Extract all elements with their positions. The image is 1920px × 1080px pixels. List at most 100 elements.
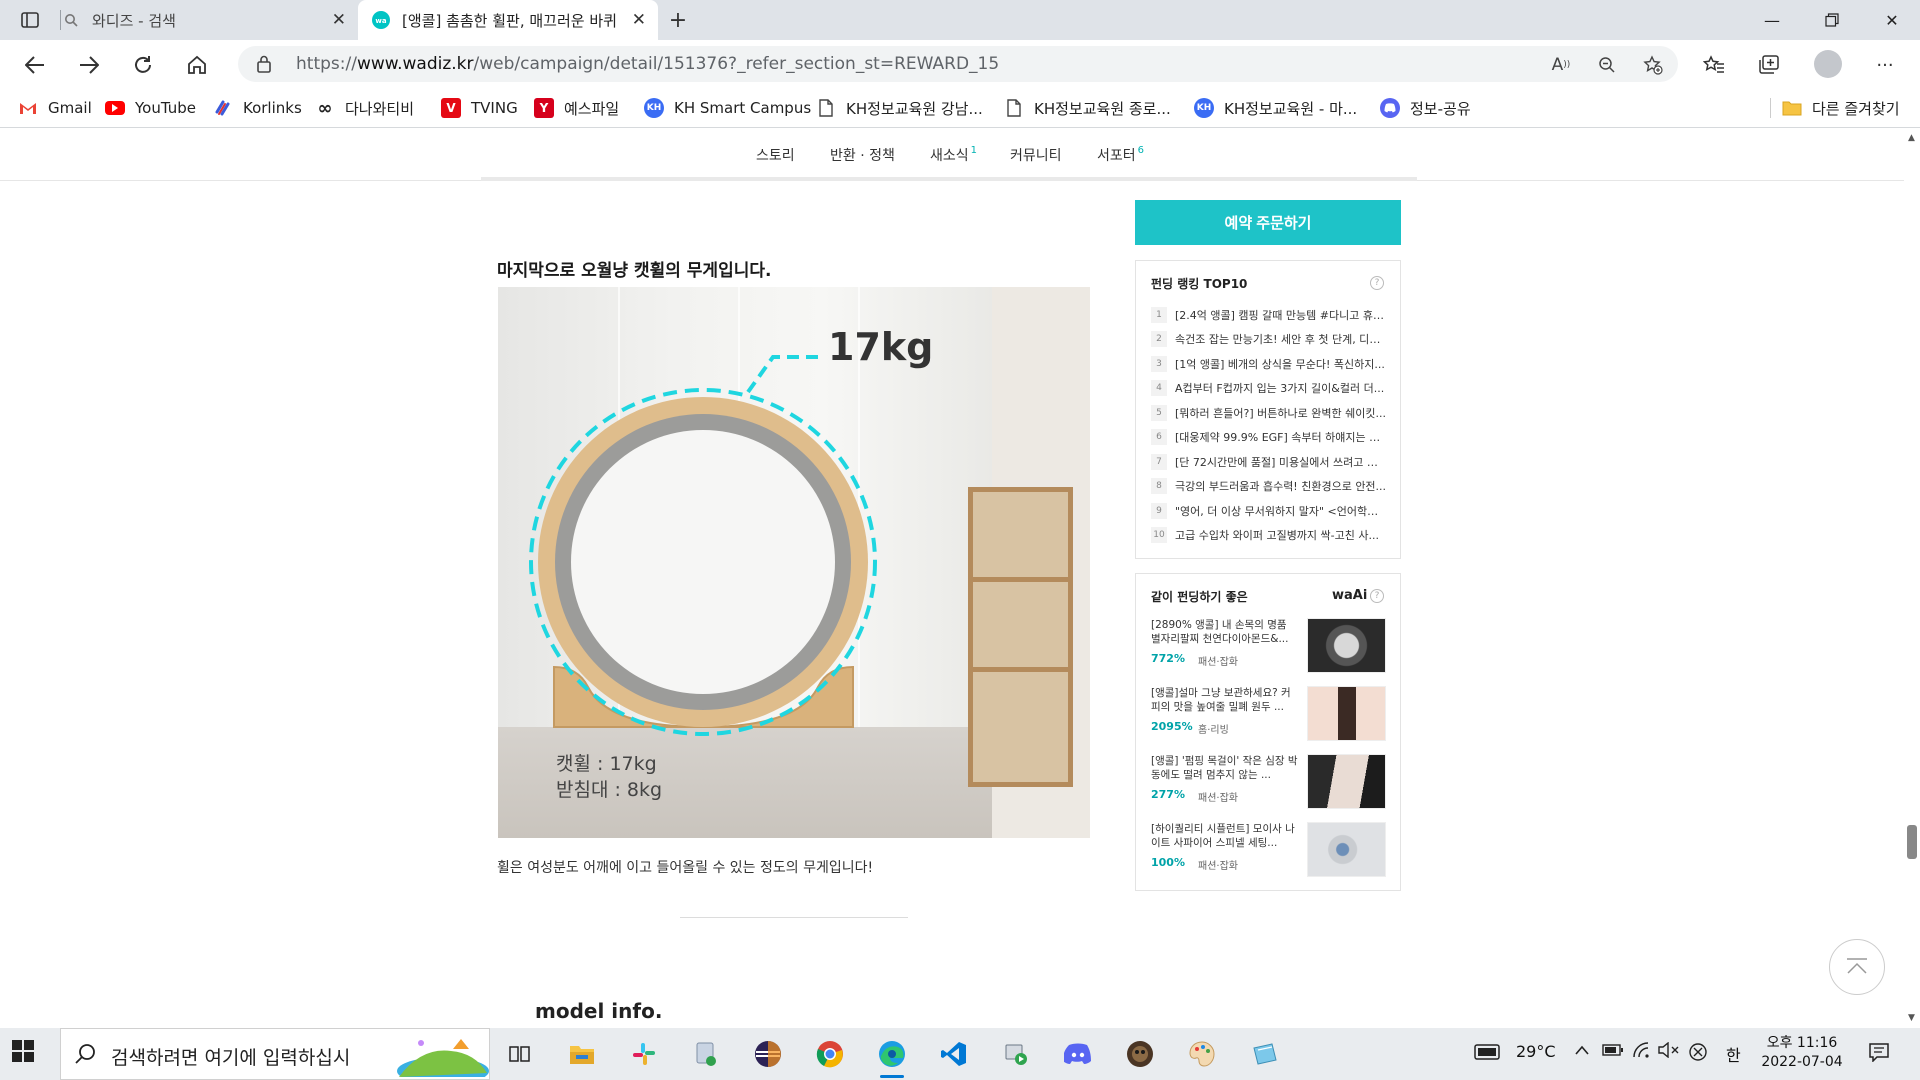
profile-avatar[interactable] — [1814, 50, 1842, 78]
app-installer-icon[interactable] — [686, 1036, 726, 1072]
read-aloud-icon[interactable]: A)) — [1550, 54, 1572, 76]
subnav-refund-policy[interactable]: 반환 · 정책 — [830, 145, 895, 165]
wifi-icon[interactable] — [1632, 1042, 1652, 1062]
funding-percent: 2095% — [1151, 720, 1193, 733]
page-scrollbar[interactable]: ▲ ▼ — [1904, 129, 1920, 1028]
scroll-down-arrow-icon[interactable]: ▼ — [1908, 1013, 1915, 1023]
bookmark-info-share[interactable]: 정보-공유 — [1380, 95, 1471, 121]
slack-icon[interactable] — [624, 1036, 664, 1072]
back-button[interactable] — [18, 48, 52, 82]
scroll-up-arrow-icon[interactable]: ▲ — [1908, 133, 1915, 143]
eclipse-icon[interactable] — [748, 1036, 788, 1072]
ranking-item[interactable]: 6 [대웅제약 99.9% EGF] 속부터 하얘지는 더... — [1151, 427, 1387, 447]
windows-start-icon[interactable] — [12, 1040, 42, 1070]
subnav-community[interactable]: 커뮤니티 — [1010, 145, 1062, 165]
tab-actions-icon[interactable] — [16, 6, 44, 34]
bookmark-kh-gangnam[interactable]: KH정보교육원 강남... — [816, 95, 983, 121]
bookmark-kh-smart-campus[interactable]: KH KH Smart Campus — [644, 95, 811, 121]
tab-wadiz-search[interactable]: 와디즈 - 검색 ✕ — [62, 0, 358, 40]
recommend-item[interactable]: [2890% 앵콜] 내 손목의 명품 별자리팔찌 천연다이아몬드&... 77… — [1151, 618, 1387, 676]
refresh-button[interactable] — [126, 48, 160, 82]
tving-icon: V — [441, 98, 461, 118]
minimize-button[interactable]: — — [1742, 0, 1802, 40]
recommend-item[interactable]: [앵콜]설마 그냥 보관하세요? 커피의 맛을 높여줄 밀폐 원두 ... 20… — [1151, 686, 1387, 744]
help-icon[interactable]: ? — [1370, 589, 1384, 603]
model-info-heading: model info. — [535, 999, 663, 1023]
favorites-button[interactable] — [1697, 48, 1731, 82]
close-icon[interactable]: ✕ — [632, 10, 646, 30]
reserve-order-button[interactable]: 예약 주문하기 — [1135, 200, 1401, 245]
lock-icon[interactable] — [256, 54, 276, 74]
tab-title: [앵콜] 촘촘한 휠판, 매끄러운 바퀴 — [402, 11, 617, 30]
temperature[interactable]: 29°C — [1516, 1042, 1556, 1061]
bookmark-youtube[interactable]: YouTube — [105, 95, 196, 121]
campaign-subnav: 스토리 반환 · 정책 새소식 1 커뮤니티 서포터 6 — [0, 129, 1904, 181]
subnav-news[interactable]: 새소식 1 — [930, 145, 977, 165]
bookmark-yesfile[interactable]: Y 예스파일 — [534, 95, 619, 121]
bookmark-tving[interactable]: V TVING — [441, 95, 518, 121]
volume-muted-icon[interactable] — [1658, 1041, 1680, 1062]
zoom-out-icon[interactable] — [1596, 54, 1618, 76]
weather-icon[interactable] — [1474, 1042, 1502, 1066]
collections-button[interactable] — [1752, 48, 1786, 82]
ranking-item[interactable]: 5 [뭐하러 흔들어?] 버튼하나로 완벽한 쉐이킷... — [1151, 403, 1387, 423]
bookmark-danawa-tv[interactable]: ∞ 다나와티비 — [315, 95, 415, 121]
bookmark-korlinks[interactable]: Korlinks — [213, 95, 302, 121]
add-favorite-icon[interactable] — [1642, 54, 1664, 76]
address-bar[interactable]: https://www.wadiz.kr/web/campaign/detail… — [238, 46, 1678, 82]
url-text[interactable]: https://www.wadiz.kr/web/campaign/detail… — [296, 54, 999, 74]
forward-button[interactable] — [72, 48, 106, 82]
ranking-item[interactable]: 9 "영어, 더 이상 무서워하지 말자" <언어학습... — [1151, 501, 1387, 521]
ranking-item[interactable]: 8 극강의 부드러움과 흡수력! 친환경으로 안전... — [1151, 476, 1387, 496]
ime-indicator[interactable]: 한 — [1726, 1042, 1741, 1066]
taskbar-search[interactable]: 검색하려면 여기에 입력하십시 — [60, 1028, 490, 1080]
clock-date: 2022-07-04 — [1761, 1054, 1843, 1070]
necklace-thumbnail — [1307, 754, 1386, 809]
recommend-title: 같이 펀딩하기 좋은 — [1151, 590, 1248, 604]
discord-icon[interactable] — [1058, 1036, 1098, 1072]
clock[interactable]: 오후 11:16 2022-07-04 — [1752, 1034, 1852, 1072]
ranking-item[interactable]: 10 고급 수입차 와이퍼 고질병까지 싹-고친 사... — [1151, 525, 1387, 545]
battery-icon[interactable] — [1602, 1042, 1624, 1061]
task-view-icon[interactable] — [500, 1036, 540, 1072]
game-icon[interactable] — [1120, 1036, 1160, 1072]
subnav-story[interactable]: 스토리 — [756, 145, 795, 165]
tab-wadiz-campaign[interactable]: wa [앵콜] 촘촘한 휠판, 매끄러운 바퀴 ✕ — [358, 0, 658, 40]
chevron-up-icon[interactable] — [1574, 1042, 1590, 1061]
close-icon[interactable]: ✕ — [332, 10, 346, 30]
ranking-item[interactable]: 3 [1억 앵콜] 베개의 상식을 무순다! 폭신하지... — [1151, 354, 1387, 374]
recommend-item[interactable]: [하이퀄리티 시플런트] 모이사 나이트 사파이어 스피넬 세팅... 100%… — [1151, 822, 1387, 880]
network-disconnected-icon[interactable] — [1688, 1042, 1708, 1066]
notepad-icon[interactable] — [1244, 1036, 1284, 1072]
recommend-item[interactable]: [앵콜] '펌핑 목걸이' 작은 심장 박동에도 떨려 멈추지 않는 ... 2… — [1151, 754, 1387, 812]
close-window-button[interactable]: ✕ — [1862, 0, 1920, 40]
more-options-button[interactable]: ··· — [1868, 48, 1902, 82]
scrollbar-thumb[interactable] — [1907, 825, 1917, 859]
story-heading: 마지막으로 오월냥 캣휠의 무게입니다. — [497, 261, 772, 281]
windows-taskbar: 검색하려면 여기에 입력하십시 29°C 한 오후 11:16 2022-07-… — [0, 1028, 1920, 1080]
ranking-item[interactable]: 2 속건조 잡는 만능기초! 세안 후 첫 단계, 디테... — [1151, 329, 1387, 349]
ranking-item[interactable]: 7 [단 72시간만에 품절] 미용실에서 쓰려고 만... — [1151, 452, 1387, 472]
help-icon[interactable]: ? — [1370, 276, 1384, 290]
restore-button[interactable] — [1802, 0, 1862, 40]
notification-icon[interactable] — [1868, 1042, 1890, 1066]
subnav-supporters[interactable]: 서포터 6 — [1097, 145, 1144, 165]
vscode-icon[interactable] — [934, 1036, 974, 1072]
ranking-item[interactable]: 4 A컵부터 F컵까지 입는 3가지 길이&컬러 더... — [1151, 378, 1387, 398]
home-button[interactable] — [180, 48, 214, 82]
category: 패션·잡화 — [1198, 793, 1238, 804]
ranking-item[interactable]: 1 [2.4억 앵콜] 캠핑 갈때 만능템 #다니고 휴대... — [1151, 305, 1387, 325]
other-favorites-folder[interactable]: 다른 즐겨찾기 — [1782, 95, 1900, 121]
media-player-icon[interactable] — [996, 1036, 1036, 1072]
new-tab-button[interactable]: + — [664, 6, 692, 34]
chrome-icon[interactable] — [810, 1036, 850, 1072]
paint-icon[interactable] — [1182, 1036, 1222, 1072]
file-explorer-icon[interactable] — [562, 1036, 602, 1072]
funding-percent: 277% — [1151, 788, 1185, 801]
edge-icon[interactable] — [872, 1036, 912, 1078]
funding-percent: 772% — [1151, 652, 1185, 665]
bookmark-gmail[interactable]: Gmail — [18, 95, 92, 121]
bookmark-kh-ma[interactable]: KH KH정보교육원 - 마... — [1194, 95, 1357, 121]
scroll-to-top-button[interactable] — [1829, 939, 1885, 995]
bookmark-kh-jongno[interactable]: KH정보교육원 종로... — [1004, 95, 1171, 121]
